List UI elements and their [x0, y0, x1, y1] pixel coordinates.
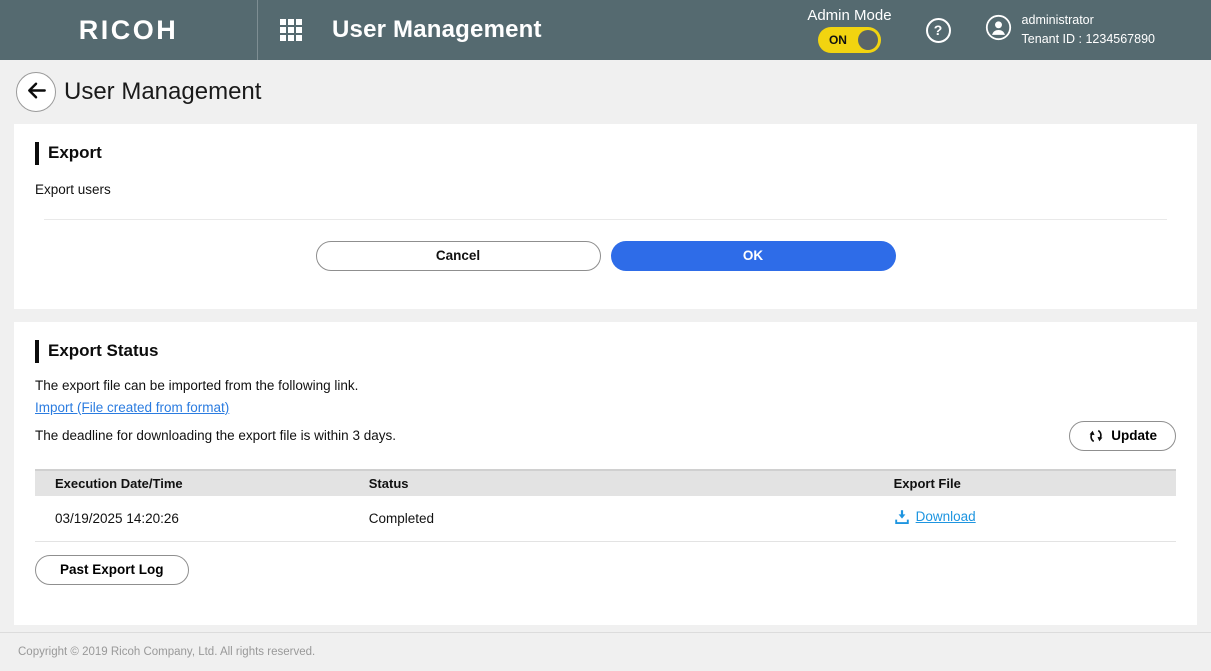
past-export-log-label: Past Export Log — [60, 562, 164, 577]
username: administrator — [1022, 11, 1155, 30]
ricoh-logo: RICOH — [0, 0, 258, 60]
top-header: RICOH User Management Admin Mode ON ? ad… — [0, 0, 1211, 60]
export-heading: Export — [35, 142, 1176, 165]
export-action-row: Cancel OK — [35, 241, 1176, 271]
toggle-knob — [858, 30, 878, 50]
table-header-row: Execution Date/Time Status Export File — [35, 470, 1176, 496]
back-button[interactable] — [16, 72, 56, 112]
column-export-file: Export File — [874, 470, 1176, 496]
deadline-text: The deadline for downloading the export … — [35, 428, 396, 443]
cell-export-file: Download — [874, 496, 1176, 542]
import-link[interactable]: Import (File created from format) — [35, 400, 229, 415]
back-arrow-icon — [25, 79, 48, 105]
page-header: User Management — [0, 60, 1211, 124]
download-link-label: Download — [916, 509, 976, 524]
app-grid-icon[interactable] — [280, 19, 302, 41]
update-button-label: Update — [1111, 428, 1157, 443]
section-divider — [44, 219, 1167, 220]
help-icon[interactable]: ? — [926, 18, 951, 43]
app-title: User Management — [332, 16, 542, 44]
admin-mode-toggle[interactable]: ON — [818, 27, 881, 53]
past-export-log-button[interactable]: Past Export Log — [35, 555, 189, 585]
export-status-heading: Export Status — [35, 340, 1176, 363]
toggle-state-label: ON — [829, 33, 847, 47]
cell-execution-datetime: 03/19/2025 14:20:26 — [35, 496, 349, 542]
export-description: Export users — [35, 182, 1176, 197]
sync-icon — [1088, 428, 1104, 444]
cell-status: Completed — [349, 496, 874, 542]
copyright-text: Copyright © 2019 Ricoh Company, Ltd. All… — [18, 646, 315, 658]
ricoh-logo-text: RICOH — [79, 15, 179, 46]
user-text-block: administrator Tenant ID : 1234567890 — [1022, 11, 1155, 49]
download-link[interactable]: Download — [894, 509, 976, 525]
user-account-block[interactable]: administrator Tenant ID : 1234567890 — [985, 11, 1155, 49]
topbar-right-cluster: Admin Mode ON ? administrator Tenant ID … — [807, 7, 1211, 53]
download-icon — [894, 509, 910, 525]
export-status-table: Execution Date/Time Status Export File 0… — [35, 469, 1176, 542]
export-status-card: Export Status The export file can be imp… — [14, 322, 1197, 625]
cancel-button[interactable]: Cancel — [316, 241, 601, 271]
column-status: Status — [349, 470, 874, 496]
tenant-id: Tenant ID : 1234567890 — [1022, 30, 1155, 49]
export-card: Export Export users Cancel OK — [14, 124, 1197, 309]
import-info-text: The export file can be imported from the… — [35, 378, 1176, 393]
page-footer: Copyright © 2019 Ricoh Company, Ltd. All… — [0, 632, 1211, 671]
user-avatar-icon — [985, 14, 1012, 46]
table-row: 03/19/2025 14:20:26 Completed D — [35, 496, 1176, 542]
page-title: User Management — [64, 78, 261, 106]
main-content: Export Export users Cancel OK Export Sta… — [0, 124, 1211, 625]
update-button[interactable]: Update — [1069, 421, 1176, 451]
admin-mode-label: Admin Mode — [807, 7, 891, 24]
ok-button[interactable]: OK — [611, 241, 896, 271]
column-execution-datetime: Execution Date/Time — [35, 470, 349, 496]
deadline-row: The deadline for downloading the export … — [35, 421, 1176, 451]
admin-mode-block: Admin Mode ON — [807, 7, 891, 53]
